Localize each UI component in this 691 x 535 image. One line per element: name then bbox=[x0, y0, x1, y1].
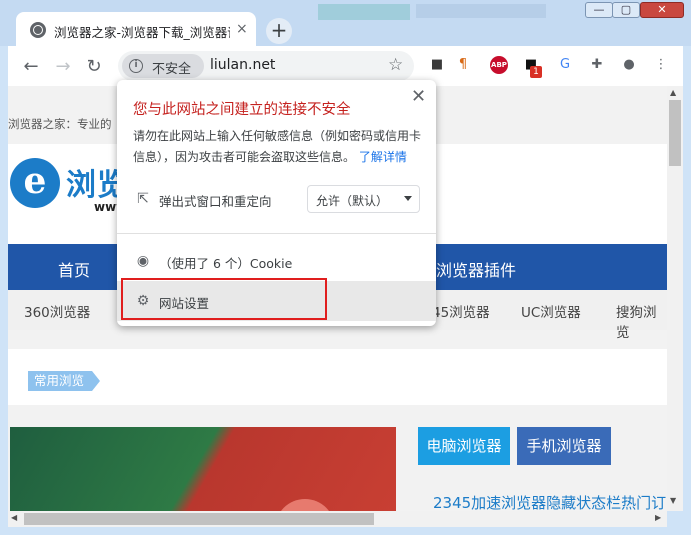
section-tag: 常用浏览 bbox=[28, 371, 101, 391]
scroll-down-icon[interactable]: ▼ bbox=[670, 496, 676, 505]
translate-icon[interactable]: G bbox=[556, 56, 574, 74]
article-link[interactable]: 2345加速浏览器隐藏状态栏热门订 bbox=[433, 492, 666, 511]
security-label: 不安全 bbox=[152, 62, 192, 77]
minimize-button[interactable]: — bbox=[585, 2, 613, 18]
back-button[interactable]: ← bbox=[20, 56, 42, 77]
new-tab-button[interactable]: + bbox=[266, 18, 292, 44]
url-text[interactable]: liulan.net bbox=[210, 57, 275, 73]
abp-icon[interactable]: ABP bbox=[490, 56, 508, 74]
tab-desktop-browsers[interactable]: 电脑浏览器 bbox=[418, 427, 510, 465]
cookie-icon: ◉ bbox=[136, 253, 150, 269]
banner-image[interactable] bbox=[10, 427, 396, 511]
highlight-box bbox=[121, 278, 327, 320]
tab-title: 浏览器之家-浏览器下载_浏览器评 bbox=[54, 25, 230, 40]
popups-label: 弹出式窗口和重定向 bbox=[159, 194, 272, 209]
close-icon[interactable]: ✕ bbox=[411, 86, 426, 107]
browser-tab[interactable]: 浏览器之家-浏览器下载_浏览器评 × bbox=[16, 12, 256, 48]
subnav-item[interactable]: 360浏览器 bbox=[24, 301, 90, 321]
info-icon: i bbox=[129, 59, 143, 73]
popups-value: 允许（默认） bbox=[316, 194, 389, 208]
popup-title: 您与此网站之间建立的连接不安全 bbox=[133, 102, 351, 118]
scroll-right-icon[interactable]: ▶ bbox=[655, 513, 661, 522]
menu-icon[interactable]: ⋮ bbox=[652, 56, 670, 74]
reload-button[interactable]: ↻ bbox=[83, 56, 105, 77]
forward-button[interactable]: → bbox=[52, 56, 74, 77]
subnav-item[interactable]: 搜狗浏览 bbox=[616, 301, 667, 341]
star-icon[interactable]: ☆ bbox=[388, 55, 403, 75]
site-info-popup: 您与此网站之间建立的连接不安全 ✕ 请勿在此网站上输入任何敏感信息（例如密码或信… bbox=[117, 80, 436, 326]
security-chip[interactable]: i 不安全 bbox=[122, 54, 204, 78]
address-bar[interactable]: i 不安全 liulan.net ☆ bbox=[118, 51, 414, 81]
popup-description: 请勿在此网站上输入任何敏感信息（例如密码或信用卡信息），因为攻击者可能会盗取这些… bbox=[133, 126, 423, 168]
nav-item-plugins[interactable]: 浏览器插件 bbox=[436, 257, 516, 281]
subnav-item[interactable]: UC浏览器 bbox=[521, 301, 581, 321]
learn-more-link[interactable]: 了解详情 bbox=[359, 150, 407, 164]
banner-shape bbox=[275, 499, 335, 511]
breadcrumb: 浏览器之家：专业的 bbox=[8, 117, 112, 131]
close-window-button[interactable]: ✕ bbox=[640, 2, 684, 18]
divider bbox=[117, 233, 436, 234]
dropdown-arrow-icon bbox=[404, 196, 412, 201]
paragraph-icon[interactable]: ¶ bbox=[454, 56, 472, 74]
maximize-button[interactable]: ▢ bbox=[612, 2, 640, 18]
title-bar: 浏览器之家-浏览器下载_浏览器评 × + — ▢ ✕ bbox=[0, 0, 691, 48]
vertical-scrollbar[interactable]: ▲ ▼ bbox=[667, 86, 683, 511]
popups-select[interactable]: 允许（默认） bbox=[307, 185, 420, 213]
tampermonkey-icon[interactable]: ■ bbox=[428, 56, 446, 74]
background-blur bbox=[416, 4, 546, 18]
scroll-thumb[interactable] bbox=[669, 100, 681, 166]
globe-icon bbox=[30, 22, 46, 38]
nav-item-home[interactable]: 首页 bbox=[58, 257, 90, 281]
extension-badge: 1 bbox=[530, 66, 542, 78]
tab-mobile-browsers[interactable]: 手机浏览器 bbox=[517, 427, 611, 465]
puzzle-icon[interactable]: ✚ bbox=[588, 56, 606, 74]
scroll-thumb[interactable] bbox=[24, 513, 374, 525]
background-blur bbox=[318, 4, 410, 20]
external-link-icon: ⇱ bbox=[137, 191, 149, 207]
profile-icon[interactable]: ● bbox=[620, 56, 638, 74]
scroll-left-icon[interactable]: ◀ bbox=[11, 513, 17, 522]
cookie-row[interactable]: （使用了 6 个）Cookie bbox=[159, 253, 292, 272]
tab-close-icon[interactable]: × bbox=[236, 21, 248, 37]
scroll-up-icon[interactable]: ▲ bbox=[670, 88, 676, 97]
horizontal-scrollbar[interactable]: ◀ ▶ bbox=[8, 511, 667, 527]
section-band: 常用浏览 bbox=[8, 349, 667, 405]
subnav-item[interactable]: 45浏览器 bbox=[432, 301, 490, 321]
logo-icon[interactable]: e bbox=[10, 158, 60, 208]
